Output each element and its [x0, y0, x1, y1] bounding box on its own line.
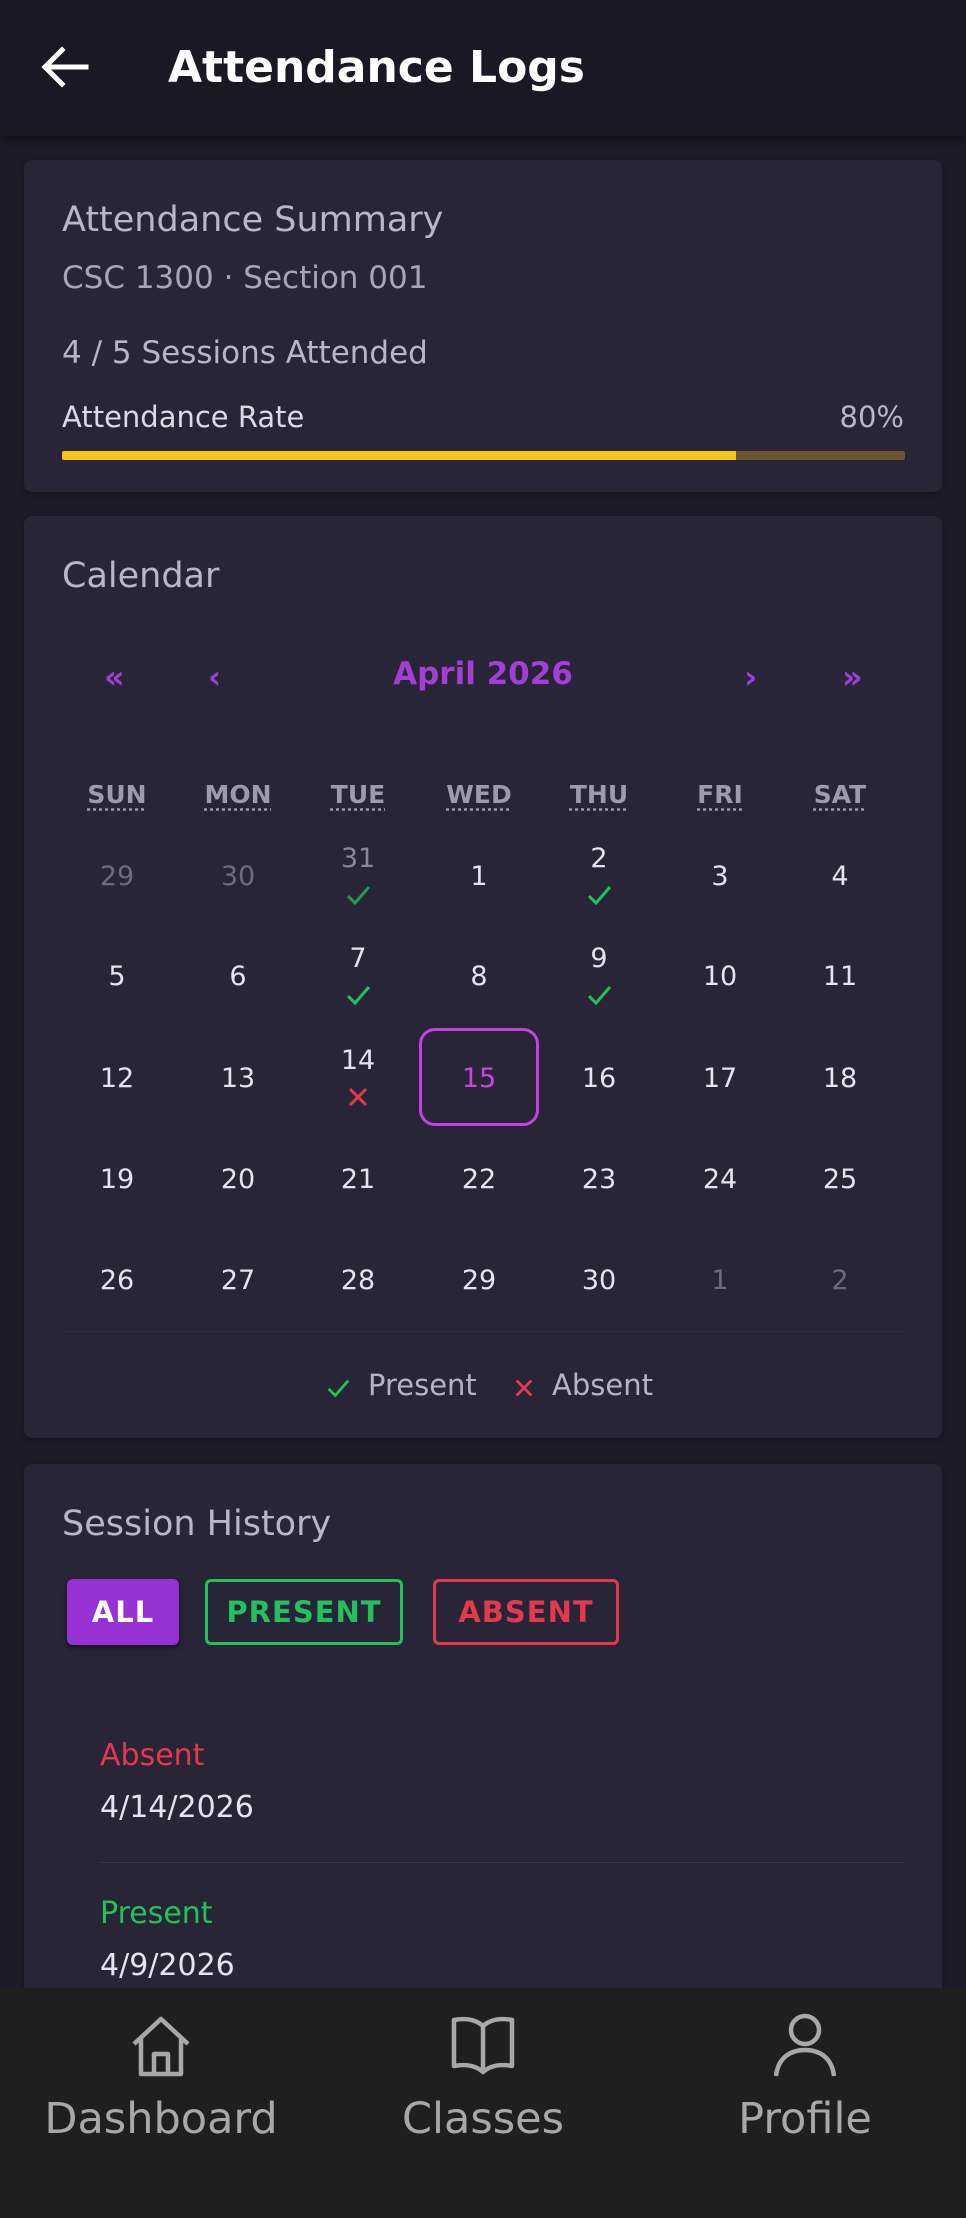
next-year-button[interactable]: » — [842, 658, 863, 696]
calendar-day[interactable]: 14 — [303, 1045, 413, 1076]
legend-absent: Absent — [552, 1368, 653, 1402]
entry-status: Present — [100, 1896, 213, 1931]
calendar-day[interactable]: 6 — [183, 961, 293, 992]
nav-dashboard-label: Dashboard — [44, 2094, 278, 2144]
weekday-header: MON — [204, 780, 272, 809]
calendar-day[interactable]: 4 — [785, 861, 895, 892]
calendar-day[interactable]: 5 — [62, 961, 172, 992]
calendar-day-today[interactable]: 15 — [424, 1063, 534, 1094]
nav-dashboard[interactable]: Dashboard — [0, 1988, 322, 2218]
calendar-day[interactable]: 26 — [62, 1265, 172, 1296]
x-icon — [515, 1379, 533, 1397]
calendar-day[interactable]: 10 — [665, 961, 775, 992]
calendar-day[interactable]: 11 — [785, 961, 895, 992]
attendance-progress-fill — [62, 451, 737, 460]
divider — [62, 1331, 905, 1332]
attendance-rate-label: Attendance Rate — [62, 400, 305, 434]
session-history-card: Session History ALL PRESENT ABSENT Absen… — [24, 1464, 942, 2024]
attendance-summary-card: Attendance Summary CSC 1300 · Section 00… — [24, 160, 942, 492]
nav-classes-label: Classes — [402, 2094, 564, 2144]
calendar-day[interactable]: 12 — [62, 1063, 172, 1094]
calendar-day[interactable]: 20 — [183, 1164, 293, 1195]
attendance-progress-bar — [62, 451, 905, 460]
filter-absent-button[interactable]: ABSENT — [433, 1579, 619, 1645]
app-bar: Attendance Logs — [0, 0, 966, 136]
attendance-rate-value: 80% — [839, 400, 904, 434]
filter-all-button[interactable]: ALL — [67, 1579, 179, 1645]
divider — [100, 1862, 905, 1863]
legend-present: Present — [368, 1368, 477, 1402]
calendar-day[interactable]: 1 — [665, 1265, 775, 1296]
weekday-header: WED — [446, 780, 512, 809]
entry-date: 4/9/2026 — [100, 1948, 235, 1983]
calendar-day[interactable]: 30 — [183, 861, 293, 892]
weekday-header: FRI — [697, 780, 743, 809]
course-section: CSC 1300 · Section 001 — [62, 260, 428, 296]
month-label[interactable]: April 2026 — [24, 656, 942, 692]
calendar-day[interactable]: 23 — [544, 1164, 654, 1195]
calendar-day[interactable]: 28 — [303, 1265, 413, 1296]
bottom-navigation: Dashboard Classes Profile — [0, 1988, 966, 2218]
calendar-day[interactable]: 9 — [544, 943, 654, 974]
calendar-day[interactable]: 21 — [303, 1164, 413, 1195]
calendar-day[interactable]: 25 — [785, 1164, 895, 1195]
book-icon — [451, 2016, 515, 2075]
nav-classes[interactable]: Classes — [322, 1988, 644, 2218]
calendar-day[interactable]: 29 — [424, 1265, 534, 1296]
entry-status: Absent — [100, 1738, 205, 1773]
weekday-header: SUN — [87, 780, 147, 809]
calendar-day[interactable]: 30 — [544, 1265, 654, 1296]
calendar-day[interactable]: 24 — [665, 1164, 775, 1195]
calendar-day[interactable]: 8 — [424, 961, 534, 992]
calendar-day[interactable]: 17 — [665, 1063, 775, 1094]
nav-profile[interactable]: Profile — [644, 1988, 966, 2218]
calendar-day[interactable]: 2 — [544, 843, 654, 874]
check-icon — [587, 986, 612, 1006]
person-icon — [773, 2013, 837, 2077]
calendar-day[interactable]: 13 — [183, 1063, 293, 1094]
x-icon — [348, 1087, 368, 1107]
calendar-day[interactable]: 31 — [303, 843, 413, 874]
check-icon — [346, 986, 371, 1006]
nav-profile-label: Profile — [738, 2094, 872, 2144]
summary-title: Attendance Summary — [62, 200, 444, 240]
filter-present-button[interactable]: PRESENT — [205, 1579, 403, 1645]
calendar-day[interactable]: 27 — [183, 1265, 293, 1296]
calendar-day[interactable]: 22 — [424, 1164, 534, 1195]
calendar-day[interactable]: 18 — [785, 1063, 895, 1094]
check-icon — [587, 886, 612, 906]
check-icon — [346, 886, 371, 906]
calendar-day[interactable]: 16 — [544, 1063, 654, 1094]
calendar-title: Calendar — [62, 556, 220, 596]
arrow-left-icon — [41, 46, 89, 88]
calendar-card: Calendar « ‹ April 2026 › » SUN MON TUE WED… — [24, 516, 942, 1438]
check-icon — [327, 1379, 350, 1398]
next-month-button[interactable]: › — [744, 658, 757, 696]
sessions-attended: 4 / 5 Sessions Attended — [62, 335, 428, 371]
page-title: Attendance Logs — [168, 42, 585, 93]
weekday-header: SAT — [813, 780, 867, 809]
calendar-day[interactable]: 19 — [62, 1164, 172, 1195]
weekday-header: TUE — [330, 780, 386, 809]
session-history-title: Session History — [62, 1504, 332, 1544]
calendar-day[interactable]: 7 — [303, 943, 413, 974]
calendar-day[interactable]: 3 — [665, 861, 775, 892]
calendar-day[interactable]: 1 — [424, 861, 534, 892]
calendar-day[interactable]: 2 — [785, 1265, 895, 1296]
back-button[interactable] — [30, 32, 100, 102]
entry-date: 4/14/2026 — [100, 1790, 254, 1825]
weekday-header: THU — [569, 780, 629, 809]
home-icon — [132, 2016, 190, 2077]
calendar-day[interactable]: 29 — [62, 861, 172, 892]
